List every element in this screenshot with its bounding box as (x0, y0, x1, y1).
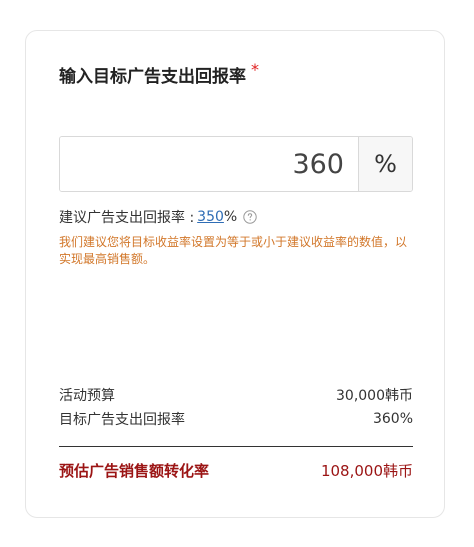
recommended-roas-row: 建议广告支出回报率 : 350 % (59, 207, 257, 227)
summary-row-target-roas: 目标广告支出回报率 360% (59, 407, 413, 431)
recommended-roas-link[interactable]: 350 (197, 209, 224, 225)
recommendation-note: 我们建议您将目标收益率设置为等于或小于建议收益率的数值，以实现最高销售额。 (59, 235, 408, 266)
roas-card: 输入目标广告支出回报率 * % 建议广告支出回报率 : 350 % 我们建议您将… (25, 30, 445, 518)
estimated-total-value: 108,000韩币 (320, 462, 413, 480)
section-title: 输入目标广告支出回报率 (59, 67, 246, 87)
help-circle-icon[interactable] (243, 210, 257, 224)
estimated-total-row: 预估广告销售额转化率 108,000韩币 (59, 460, 413, 481)
summary-label: 活动预算 (59, 388, 115, 404)
summary-row-budget: 活动预算 30,000韩币 (59, 383, 413, 407)
title-row: 输入目标广告支出回报率 * (59, 60, 259, 88)
target-roas-input[interactable] (60, 137, 358, 191)
summary-value: 360% (372, 411, 413, 427)
roas-input-group: % (59, 136, 413, 192)
recommended-roas-label: 建议广告支出回报率 : (59, 210, 195, 226)
summary-label: 目标广告支出回报率 (59, 412, 185, 428)
recommended-roas-unit: % (223, 209, 238, 225)
required-mark: * (251, 60, 259, 79)
percent-unit: % (358, 137, 412, 191)
divider (59, 446, 413, 447)
estimated-total-label: 预估广告销售额转化率 (59, 462, 210, 480)
summary-value: 30,000韩币 (336, 388, 413, 404)
